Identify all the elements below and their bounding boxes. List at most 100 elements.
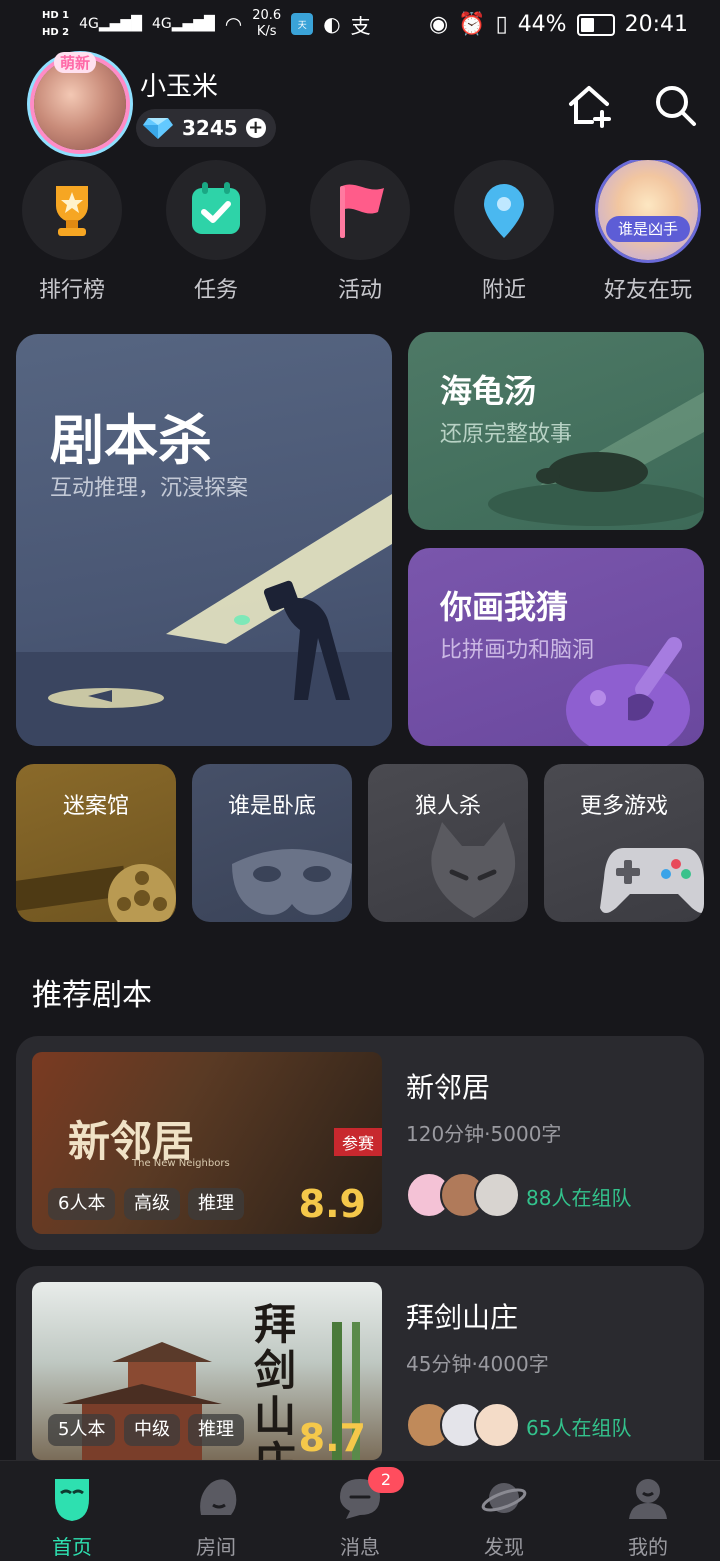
langrensha-card[interactable]: 狼人杀	[368, 764, 528, 922]
battery-percent: 44%	[517, 12, 567, 37]
task-icon	[166, 160, 266, 260]
tag-players: 5人本	[48, 1414, 116, 1446]
script-card-1[interactable]: 新邻居 The New Neighbors 参赛 6人本 高级 推理 8.9 新…	[16, 1036, 704, 1250]
nav-label: 发现	[484, 1535, 524, 1559]
script-card-2[interactable]: 拜剑山庄 5人本 中级 推理 8.7 拜剑山庄 45分钟·4000字 65人在组…	[16, 1266, 704, 1460]
alarm-icon: ⏰	[458, 12, 486, 37]
team-count: 65人在组队	[526, 1416, 632, 1440]
friend-game-tag: 谁是凶手	[606, 216, 690, 242]
trophy-icon	[22, 160, 122, 260]
haiguitang-card[interactable]: 海龟汤 还原完整故事	[408, 332, 704, 530]
nav-rooms[interactable]: 房间	[144, 1461, 288, 1561]
small-card-label: 更多游戏	[579, 794, 668, 819]
score: 8.9	[298, 1182, 366, 1226]
username[interactable]: 小玉米	[140, 66, 218, 103]
player-avatars	[406, 1402, 520, 1448]
nav-label: 首页	[52, 1535, 92, 1559]
paint-illustration	[566, 637, 690, 746]
hd1-label: HD 1	[42, 10, 70, 21]
wifi-icon: ◠	[224, 12, 243, 36]
more-games-card[interactable]: 更多游戏	[544, 764, 704, 922]
nihuawocai-card[interactable]: 你画我猜 比拼画功和脑洞	[408, 548, 704, 746]
create-room-icon[interactable]	[566, 82, 612, 128]
tag-level: 高级	[124, 1188, 180, 1220]
script-meta: 120分钟·5000字	[406, 1122, 562, 1146]
turtle-illustration	[488, 392, 704, 526]
quick-nav-label: 排行榜	[38, 278, 105, 300]
film-reel-icon	[16, 864, 176, 922]
gem-count: 3245	[182, 116, 238, 140]
location-icon	[454, 160, 554, 260]
quick-nav: 排行榜 任务 活动 附近 谁是凶手 好友在玩	[0, 160, 720, 300]
detective-illustration	[16, 494, 392, 746]
nihuawocai-title: 你画我猜	[440, 588, 569, 626]
status-bar: HD 1 HD 2 4G▂▄▆█ 4G▂▄▆█ ◠ 20.6 K/s 天 ◐ 支 …	[0, 0, 720, 52]
script-meta: 45分钟·4000字	[406, 1352, 549, 1376]
nav-home[interactable]: 首页	[0, 1461, 144, 1561]
gamepad-icon	[600, 848, 704, 913]
script-title: 拜剑山庄	[406, 1301, 519, 1334]
eye-icon: ◉	[428, 12, 449, 37]
wolf-icon	[431, 822, 516, 918]
shuishiwodi-card[interactable]: 谁是卧底	[192, 764, 352, 922]
small-card-label: 迷案馆	[62, 794, 129, 819]
alipay-icon: 支	[350, 13, 371, 38]
tmall-icon: 天	[291, 13, 314, 35]
tag-genre: 推理	[188, 1414, 244, 1446]
mask-icon	[232, 849, 352, 915]
battery-icon	[576, 13, 615, 36]
quick-nav-ranking[interactable]: 排行榜	[22, 160, 122, 300]
tag-genre: 推理	[188, 1188, 244, 1220]
quick-nav-label: 活动	[337, 278, 382, 300]
newbie-badge: 萌新	[54, 52, 97, 73]
script-cover: 新邻居 The New Neighbors 参赛 6人本 高级 推理 8.9	[32, 1052, 382, 1234]
team-count: 88人在组队	[526, 1186, 632, 1210]
unread-badge: 2	[368, 1467, 404, 1493]
nav-messages[interactable]: 消息	[288, 1461, 432, 1561]
quick-nav-label: 附近	[481, 278, 526, 300]
jubensha-title: 剧本杀	[50, 409, 212, 472]
net-speed: 20.6 K/s	[252, 8, 282, 39]
nav-discover[interactable]: 发现	[432, 1461, 576, 1561]
quick-nav-label: 任务	[193, 278, 238, 300]
quick-nav-nearby[interactable]: 附近	[454, 160, 554, 300]
vibrate-icon: ▯	[495, 12, 508, 37]
jubensha-card[interactable]: 剧本杀 互动推理，沉浸探案	[16, 334, 392, 746]
section-title: 推荐剧本	[32, 978, 152, 1013]
contest-badge: 参赛	[333, 1128, 382, 1156]
nav-label: 我的	[628, 1535, 668, 1559]
script-title: 新邻居	[406, 1071, 491, 1104]
avatar	[474, 1172, 520, 1218]
tag-players: 6人本	[48, 1188, 116, 1220]
status-right: ◉ ⏰ ▯ 44% 20:41	[429, 12, 688, 37]
flag-icon	[310, 160, 410, 260]
friend-avatar	[598, 160, 698, 260]
hd2-label: HD 2	[42, 27, 70, 38]
nav-label: 房间	[196, 1535, 236, 1559]
search-icon[interactable]	[652, 82, 698, 128]
player-avatars	[406, 1172, 520, 1218]
bird-icon: ◐	[323, 12, 341, 36]
mask-home-icon	[55, 1479, 89, 1521]
diamond-icon	[143, 118, 173, 139]
signal-icon: 4G▂▄▆█	[79, 16, 142, 32]
score: 8.7	[298, 1416, 366, 1460]
add-gems-icon[interactable]: +	[245, 118, 266, 138]
small-card-label: 狼人杀	[414, 794, 481, 819]
tag-level: 中级	[124, 1414, 180, 1446]
bottom-nav: 首页 房间 消息 2 发现 我的	[0, 1460, 720, 1561]
nav-label: 消息	[340, 1535, 380, 1559]
small-card-label: 谁是卧底	[227, 794, 316, 819]
hd-indicator: HD 1 HD 2	[42, 10, 69, 38]
quick-nav-events[interactable]: 活动	[310, 160, 410, 300]
status-left: HD 1 HD 2 4G▂▄▆█ 4G▂▄▆█ ◠ 20.6 K/s 天 ◐ 支	[42, 8, 371, 40]
quick-nav-friends-playing[interactable]: 谁是凶手 好友在玩	[598, 160, 698, 300]
clock: 20:41	[624, 12, 688, 37]
script-cover: 拜剑山庄 5人本 中级 推理 8.7	[32, 1282, 382, 1460]
nav-profile[interactable]: 我的	[576, 1461, 720, 1561]
signal-icon-2: 4G▂▄▆█	[151, 16, 215, 32]
planet-icon	[481, 1483, 527, 1513]
mianguan-card[interactable]: 迷案馆	[16, 764, 176, 922]
quick-nav-tasks[interactable]: 任务	[166, 160, 266, 300]
gem-balance[interactable]: 3245 +	[136, 109, 276, 147]
